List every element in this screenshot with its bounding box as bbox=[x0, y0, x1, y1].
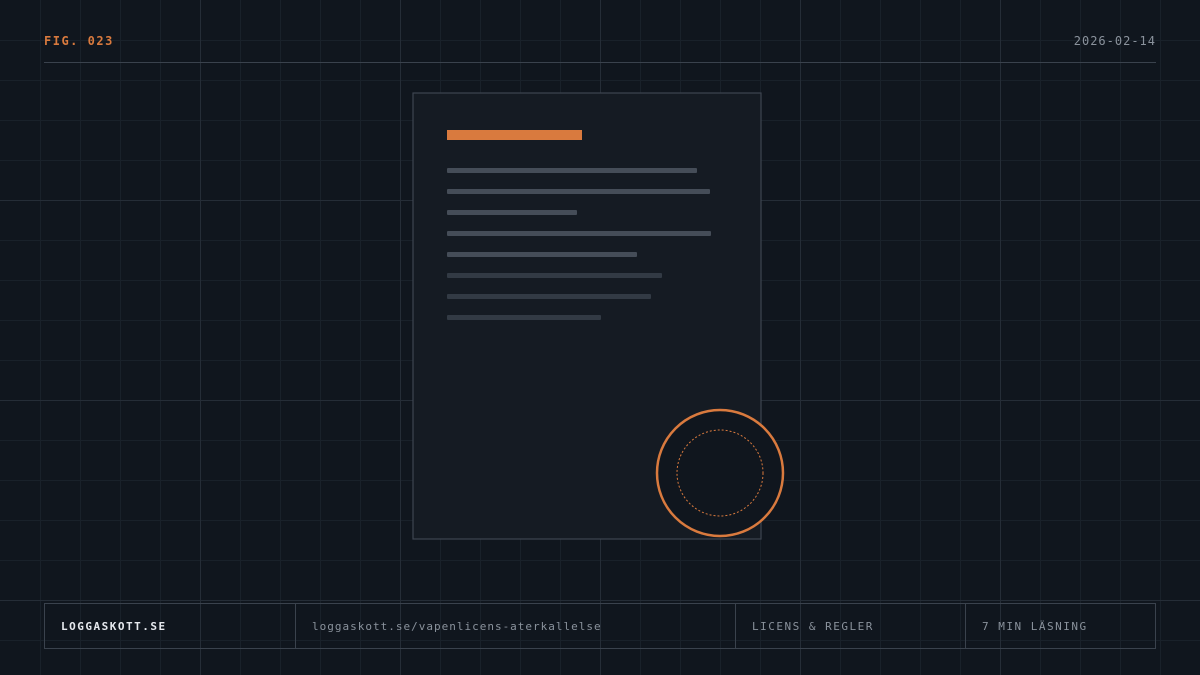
document-heading-bar bbox=[447, 130, 582, 140]
document-text-line bbox=[447, 168, 697, 173]
footer-bar: LOGGASKOTT.SE loggaskott.se/vapenlicens-… bbox=[44, 603, 1156, 649]
document-text-line bbox=[447, 231, 711, 236]
document-illustration bbox=[412, 92, 785, 540]
stamp-icon bbox=[655, 408, 785, 538]
reading-time: 7 MIN LÄSNING bbox=[982, 619, 1088, 633]
document-text-line bbox=[447, 252, 637, 257]
document-text-line bbox=[447, 294, 651, 299]
article-category[interactable]: LICENS & REGLER bbox=[736, 604, 966, 648]
site-name[interactable]: LOGGASKOTT.SE bbox=[45, 604, 296, 648]
stamp-outer-ring bbox=[655, 408, 785, 538]
document-text-line bbox=[447, 273, 662, 278]
document-text-line bbox=[447, 189, 710, 194]
document-text-line bbox=[447, 210, 577, 215]
article-url[interactable]: loggaskott.se/vapenlicens-aterkallelse bbox=[296, 604, 736, 648]
document-text-line bbox=[447, 315, 601, 320]
